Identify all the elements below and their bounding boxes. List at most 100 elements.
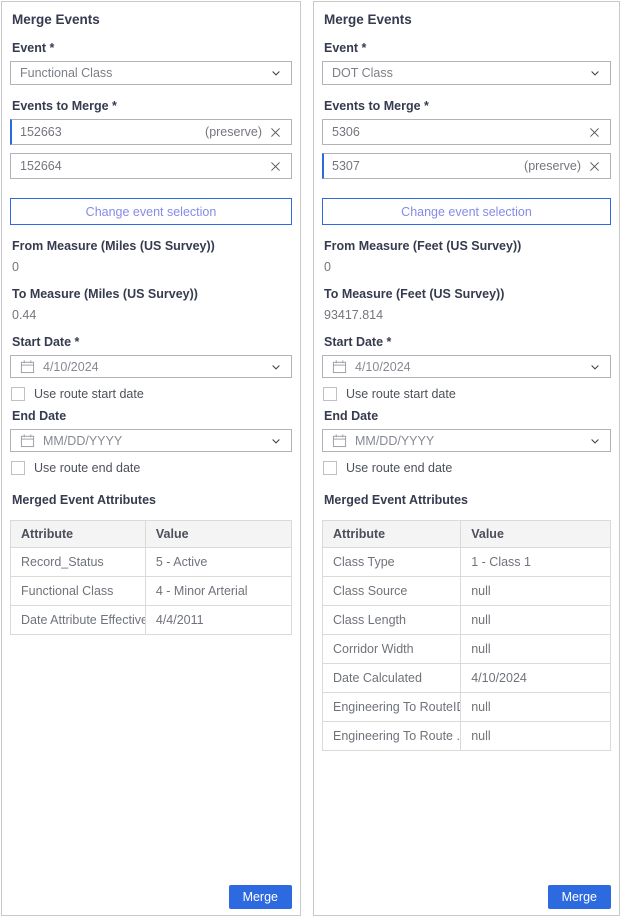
use-route-start-date-row: Use route start date — [11, 387, 292, 401]
use-route-start-date-label: Use route start date — [346, 387, 456, 401]
end-date-label: End Date — [12, 409, 292, 423]
events-to-merge-label: Events to Merge * — [12, 99, 292, 113]
event-select-value: DOT Class — [332, 66, 393, 80]
value-cell: 1 - Class 1 — [461, 548, 611, 577]
chevron-down-icon — [270, 361, 282, 373]
start-date-value: 4/10/2024 — [355, 360, 411, 374]
value-column-header: Value — [145, 521, 291, 548]
value-cell: 4/10/2024 — [461, 664, 611, 693]
event-id-value: 152663 — [20, 125, 205, 139]
event-select[interactable]: DOT Class — [322, 61, 611, 85]
value-cell: 4/4/2011 — [145, 606, 291, 635]
start-date-label: Start Date * — [324, 335, 611, 349]
use-route-end-date-row: Use route end date — [11, 461, 292, 475]
merged-event-attributes-table: Attribute Value Record_Status 5 - Active… — [10, 520, 292, 635]
chevron-down-icon — [270, 435, 282, 447]
use-route-start-date-checkbox[interactable] — [11, 387, 25, 401]
merge-events-workspace: Merge Events Event * Functional Class Ev… — [0, 0, 621, 917]
attribute-cell: Engineering To Route ... — [323, 722, 461, 751]
to-measure-value: 93417.814 — [324, 308, 611, 322]
page-title: Merge Events — [12, 12, 292, 27]
event-to-merge-input[interactable]: 152664 — [10, 153, 292, 179]
start-date-label: Start Date * — [12, 335, 292, 349]
value-cell: 4 - Minor Arterial — [145, 577, 291, 606]
attribute-cell: Record_Status — [11, 548, 146, 577]
merged-event-attributes-table: Attribute Value Class Type 1 - Class 1 C… — [322, 520, 611, 751]
value-cell: null — [461, 577, 611, 606]
start-date-picker[interactable]: 4/10/2024 — [10, 355, 292, 378]
event-select[interactable]: Functional Class — [10, 61, 292, 85]
table-row: Class Length null — [323, 606, 611, 635]
end-date-picker[interactable]: MM/DD/YYYY — [10, 429, 292, 452]
use-route-end-date-checkbox[interactable] — [11, 461, 25, 475]
close-icon[interactable] — [269, 126, 282, 139]
use-route-start-date-label: Use route start date — [34, 387, 144, 401]
event-label: Event * — [324, 41, 611, 55]
table-row: Engineering To Route ... null — [323, 722, 611, 751]
events-to-merge-label: Events to Merge * — [324, 99, 611, 113]
table-row: Record_Status 5 - Active — [11, 548, 292, 577]
value-cell: null — [461, 635, 611, 664]
event-to-merge-input[interactable]: 5307 (preserve) — [322, 153, 611, 179]
chevron-down-icon — [589, 361, 601, 373]
attribute-column-header: Attribute — [11, 521, 146, 548]
chevron-down-icon — [589, 435, 601, 447]
value-column-header: Value — [461, 521, 611, 548]
use-route-end-date-row: Use route end date — [323, 461, 611, 475]
attribute-cell: Date Calculated — [323, 664, 461, 693]
merged-event-attributes-title: Merged Event Attributes — [12, 493, 292, 507]
change-event-selection-button[interactable]: Change event selection — [10, 198, 292, 225]
calendar-icon — [20, 359, 35, 374]
event-id-value: 152664 — [20, 159, 262, 173]
from-measure-label: From Measure (Miles (US Survey)) — [12, 239, 292, 253]
close-icon[interactable] — [588, 126, 601, 139]
preserve-tag: (preserve) — [205, 125, 262, 139]
calendar-icon — [20, 433, 35, 448]
calendar-icon — [332, 433, 347, 448]
attribute-cell: Functional Class — [11, 577, 146, 606]
event-to-merge-input[interactable]: 5306 — [322, 119, 611, 145]
attribute-cell: Class Source — [323, 577, 461, 606]
merge-button[interactable]: Merge — [229, 885, 292, 909]
table-row: Corridor Width null — [323, 635, 611, 664]
from-measure-value: 0 — [12, 260, 292, 274]
merge-events-panel-right: Merge Events Event * DOT Class Events to… — [313, 1, 620, 916]
preserve-tag: (preserve) — [524, 159, 581, 173]
to-measure-label: To Measure (Feet (US Survey)) — [324, 287, 611, 301]
event-id-value: 5306 — [332, 125, 581, 139]
attribute-cell: Class Length — [323, 606, 461, 635]
table-row: Date Calculated 4/10/2024 — [323, 664, 611, 693]
table-row: Date Attribute Effective 4/4/2011 — [11, 606, 292, 635]
use-route-start-date-checkbox[interactable] — [323, 387, 337, 401]
event-id-value: 5307 — [332, 159, 524, 173]
value-cell: null — [461, 606, 611, 635]
end-date-placeholder: MM/DD/YYYY — [43, 434, 122, 448]
end-date-label: End Date — [324, 409, 611, 423]
event-label: Event * — [12, 41, 292, 55]
attribute-column-header: Attribute — [323, 521, 461, 548]
from-measure-value: 0 — [324, 260, 611, 274]
table-row: Functional Class 4 - Minor Arterial — [11, 577, 292, 606]
start-date-value: 4/10/2024 — [43, 360, 99, 374]
chevron-down-icon — [589, 67, 601, 79]
value-cell: null — [461, 693, 611, 722]
attribute-cell: Date Attribute Effective — [11, 606, 146, 635]
page-title: Merge Events — [324, 12, 611, 27]
calendar-icon — [332, 359, 347, 374]
merge-button[interactable]: Merge — [548, 885, 611, 909]
event-to-merge-input[interactable]: 152663 (preserve) — [10, 119, 292, 145]
close-icon[interactable] — [269, 160, 282, 173]
value-cell: null — [461, 722, 611, 751]
event-select-value: Functional Class — [20, 66, 112, 80]
start-date-picker[interactable]: 4/10/2024 — [322, 355, 611, 378]
chevron-down-icon — [270, 67, 282, 79]
use-route-end-date-checkbox[interactable] — [323, 461, 337, 475]
use-route-start-date-row: Use route start date — [323, 387, 611, 401]
change-event-selection-button[interactable]: Change event selection — [322, 198, 611, 225]
close-icon[interactable] — [588, 160, 601, 173]
merge-events-panel-left: Merge Events Event * Functional Class Ev… — [1, 1, 301, 916]
end-date-picker[interactable]: MM/DD/YYYY — [322, 429, 611, 452]
attribute-cell: Class Type — [323, 548, 461, 577]
table-row: Class Source null — [323, 577, 611, 606]
to-measure-label: To Measure (Miles (US Survey)) — [12, 287, 292, 301]
